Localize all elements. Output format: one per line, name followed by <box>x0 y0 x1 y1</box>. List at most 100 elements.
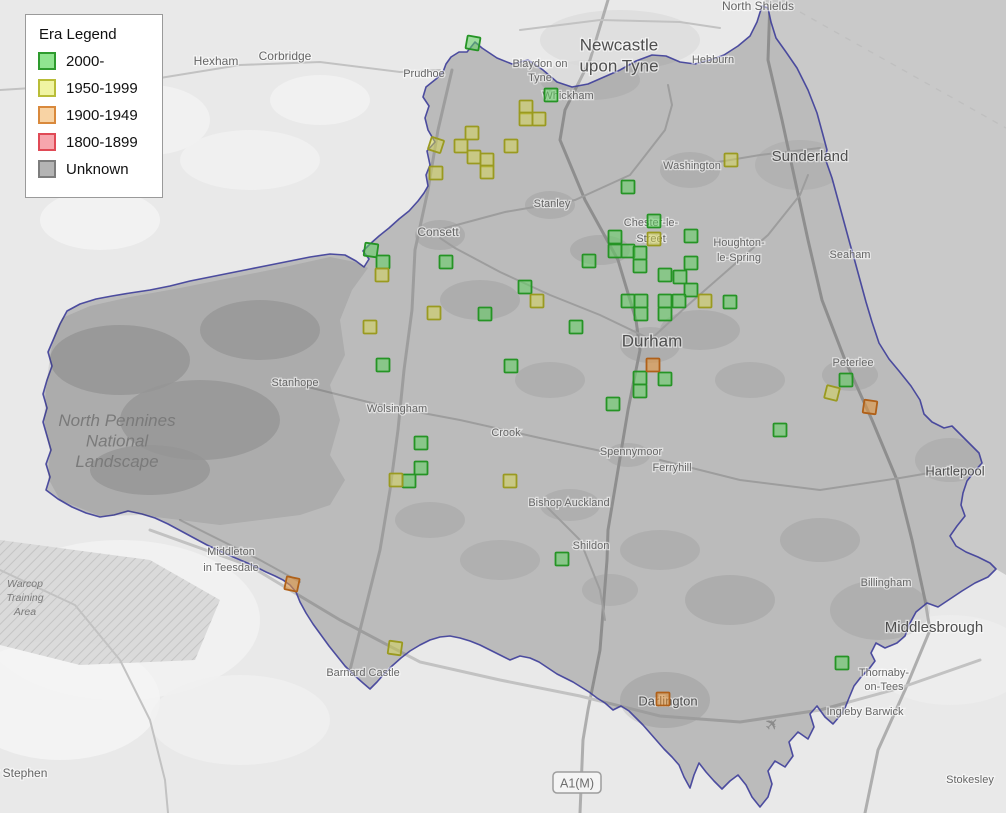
era-marker-2000-[interactable] <box>724 296 737 309</box>
region-label: National <box>86 432 150 451</box>
era-marker-2000-[interactable] <box>685 284 698 297</box>
era-marker-1950-1999[interactable] <box>505 140 518 153</box>
era-marker-2000-[interactable] <box>545 89 558 102</box>
era-marker-2000-[interactable] <box>609 231 622 244</box>
map-label: Ingleby Barwick <box>826 706 904 718</box>
era-marker-2000-[interactable] <box>440 256 453 269</box>
era-marker-1900-1949[interactable] <box>863 400 878 415</box>
era-marker-2000-[interactable] <box>659 308 672 321</box>
map-label: Billingham <box>861 577 912 589</box>
era-marker-1950-1999[interactable] <box>531 295 544 308</box>
era-marker-2000-[interactable] <box>519 281 532 294</box>
era-marker-2000-[interactable] <box>659 269 672 282</box>
era-marker-2000-[interactable] <box>505 360 518 373</box>
map-label: North Shields <box>722 0 794 13</box>
era-marker-2000-[interactable] <box>415 462 428 475</box>
era-marker-1950-1999[interactable] <box>824 385 840 401</box>
map-label: Seaham <box>830 249 871 261</box>
era-marker-1900-1949[interactable] <box>284 576 299 591</box>
era-marker-2000-[interactable] <box>634 247 647 260</box>
map-label: Peterlee <box>833 357 874 369</box>
legend-swatch-icon <box>38 79 56 97</box>
era-marker-2000-[interactable] <box>465 35 480 50</box>
legend-row: 1950-1999 <box>38 79 150 97</box>
era-marker-2000-[interactable] <box>622 295 635 308</box>
era-marker-2000-[interactable] <box>648 215 661 228</box>
legend-swatch-icon <box>38 52 56 70</box>
terrain-patch <box>180 130 320 190</box>
era-marker-1950-1999[interactable] <box>504 475 517 488</box>
era-marker-1900-1949[interactable] <box>647 359 660 372</box>
era-marker-2000-[interactable] <box>634 372 647 385</box>
legend-rows: 2000-1950-19991900-19491800-1899Unknown <box>38 52 150 178</box>
legend-title: Era Legend <box>39 26 150 43</box>
region-label: North Pennines <box>58 411 176 430</box>
map-label: upon Tyne <box>579 56 658 75</box>
terrain-patch <box>40 190 160 250</box>
era-marker-2000-[interactable] <box>673 295 686 308</box>
era-marker-1950-1999[interactable] <box>468 151 481 164</box>
era-marker-1950-1999[interactable] <box>364 321 377 334</box>
era-marker-2000-[interactable] <box>840 374 853 387</box>
era-marker-2000-[interactable] <box>634 385 647 398</box>
terrain-patch <box>150 675 330 765</box>
map-label: Newcastle <box>580 35 658 54</box>
legend-row: 2000- <box>38 52 150 70</box>
map-label: le-Spring <box>717 252 761 264</box>
era-marker-2000-[interactable] <box>570 321 583 334</box>
era-marker-1950-1999[interactable] <box>428 137 444 153</box>
era-marker-1900-1949[interactable] <box>657 693 670 706</box>
map-label: Tyne <box>528 72 552 84</box>
era-marker-1950-1999[interactable] <box>481 154 494 167</box>
era-marker-1950-1999[interactable] <box>520 113 533 126</box>
era-marker-2000-[interactable] <box>479 308 492 321</box>
map-label: Washington <box>663 160 721 172</box>
era-marker-1950-1999[interactable] <box>533 113 546 126</box>
map-label: Barnard Castle <box>326 667 399 679</box>
map-label: Prudhoe <box>403 68 445 80</box>
era-marker-2000-[interactable] <box>635 295 648 308</box>
era-marker-2000-[interactable] <box>685 257 698 270</box>
era-marker-1950-1999[interactable] <box>481 166 494 179</box>
era-marker-2000-[interactable] <box>635 308 648 321</box>
era-marker-1950-1999[interactable] <box>388 641 403 656</box>
era-marker-1950-1999[interactable] <box>390 474 403 487</box>
map-label: Stokesley <box>946 774 994 786</box>
era-marker-1950-1999[interactable] <box>430 167 443 180</box>
era-marker-2000-[interactable] <box>377 256 390 269</box>
legend-row: 1900-1949 <box>38 106 150 124</box>
era-marker-2000-[interactable] <box>607 398 620 411</box>
era-marker-2000-[interactable] <box>774 424 787 437</box>
era-marker-2000-[interactable] <box>556 553 569 566</box>
era-marker-1950-1999[interactable] <box>376 269 389 282</box>
map-label: Hexham <box>194 54 239 68</box>
era-marker-2000-[interactable] <box>377 359 390 372</box>
era-marker-2000-[interactable] <box>685 230 698 243</box>
era-marker-2000-[interactable] <box>659 373 672 386</box>
era-marker-2000-[interactable] <box>415 437 428 450</box>
map-label: Hartlepool <box>925 463 984 478</box>
era-marker-2000-[interactable] <box>674 271 687 284</box>
era-marker-1950-1999[interactable] <box>725 154 738 167</box>
era-marker-1950-1999[interactable] <box>455 140 468 153</box>
era-marker-2000-[interactable] <box>836 657 849 670</box>
era-marker-2000-[interactable] <box>609 245 622 258</box>
map-label: Blaydon on <box>512 58 567 70</box>
era-marker-1950-1999[interactable] <box>648 233 661 246</box>
era-marker-2000-[interactable] <box>622 245 635 258</box>
map-label: Ferryhill <box>652 462 691 474</box>
era-marker-1950-1999[interactable] <box>520 101 533 114</box>
era-marker-1950-1999[interactable] <box>699 295 712 308</box>
era-marker-1950-1999[interactable] <box>428 307 441 320</box>
era-marker-1950-1999[interactable] <box>466 127 479 140</box>
map-label: Hebburn <box>692 54 734 66</box>
era-marker-2000-[interactable] <box>622 181 635 194</box>
era-marker-2000-[interactable] <box>634 260 647 273</box>
map-label: Corbridge <box>259 49 312 63</box>
era-marker-2000-[interactable] <box>583 255 596 268</box>
era-marker-2000-[interactable] <box>403 475 416 488</box>
map-label: Shildon <box>573 540 610 552</box>
map-label: in Teesdale <box>203 562 258 574</box>
map-label: Kirkby Stephen <box>0 766 47 780</box>
era-marker-2000-[interactable] <box>659 295 672 308</box>
